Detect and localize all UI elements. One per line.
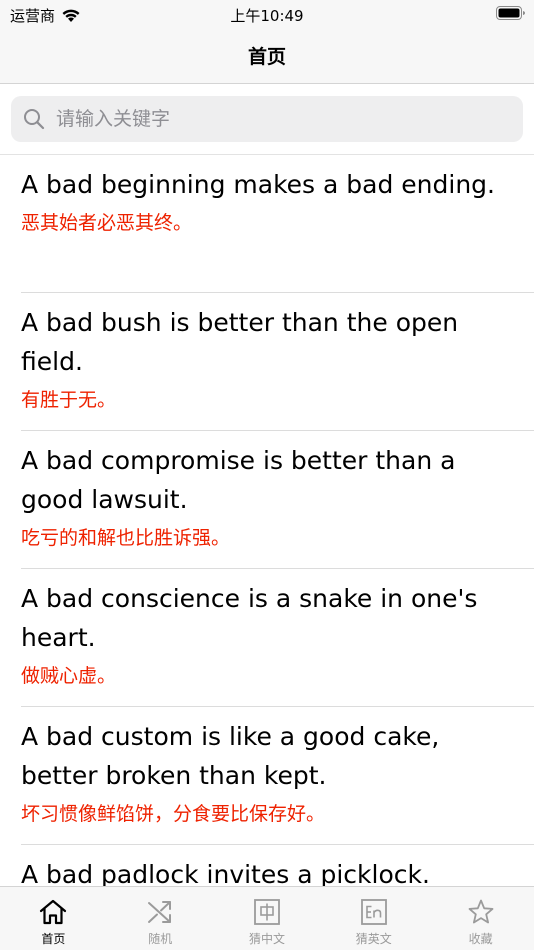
tab-favorites[interactable]: 收藏 [427,887,534,950]
proverb-chinese: 吃亏的和解也比胜诉强。 [21,527,231,549]
proverb-english: A bad custom is like a good cake, better… [21,722,440,790]
status-time: 上午10:49 [230,7,304,25]
list-item[interactable]: A bad conscience is a snake in one's hea… [0,569,534,707]
search-area [0,84,534,154]
screen: 运营商 上午10:49 首页 请输入关键字 A bad beginning ma… [0,0,534,950]
tab-guess-english[interactable]: 猜英文 [320,887,427,950]
proverb-chinese: 恶其始者必恶其终。 [21,212,193,234]
tab-label: 猜中文 [248,932,285,946]
tab-label: 猜英文 [355,932,392,946]
search-icon [22,107,46,131]
shuffle-icon [145,897,175,927]
list-item[interactable]: A bad beginning makes a bad ending. 恶其始者… [0,155,534,293]
proverb-chinese: 坏习惯像鲜馅饼，分食要比保存好。 [21,803,326,825]
proverb-chinese: 有胜于无。 [21,389,117,411]
proverb-english: A bad bush is better than the open field… [21,308,459,376]
home-icon [38,897,68,927]
battery-icon [496,6,526,25]
tab-label: 首页 [41,932,66,946]
tab-label: 收藏 [468,932,493,946]
tab-label: 随机 [148,932,173,946]
proverb-english: A bad beginning makes a bad ending. [21,170,495,199]
proverb-list: A bad beginning makes a bad ending. 恶其始者… [0,154,534,950]
tab-random[interactable]: 随机 [107,887,214,950]
proverb-chinese: 做贼心虚。 [21,665,117,687]
chinese-char-icon [252,897,282,927]
list-item[interactable]: A bad custom is like a good cake, better… [0,707,534,845]
tab-home[interactable]: 首页 [0,887,107,950]
star-icon [466,897,496,927]
proverb-english: A bad compromise is better than a good l… [21,446,456,514]
search-input[interactable] [56,108,496,130]
list-item[interactable]: A bad bush is better than the open field… [0,293,534,431]
navigation-bar: 首页 [0,30,534,84]
proverb-english: A bad conscience is a snake in one's hea… [21,584,478,652]
status-bar: 运营商 上午10:49 [0,0,534,30]
list-item[interactable]: A bad compromise is better than a good l… [0,431,534,569]
tab-guess-chinese[interactable]: 猜中文 [214,887,321,950]
english-en-icon [359,897,389,927]
tab-bar: 首页 随机 猜中文 猜英文 收藏 [0,886,534,950]
search-box[interactable] [11,96,523,142]
page-title: 首页 [247,46,286,68]
